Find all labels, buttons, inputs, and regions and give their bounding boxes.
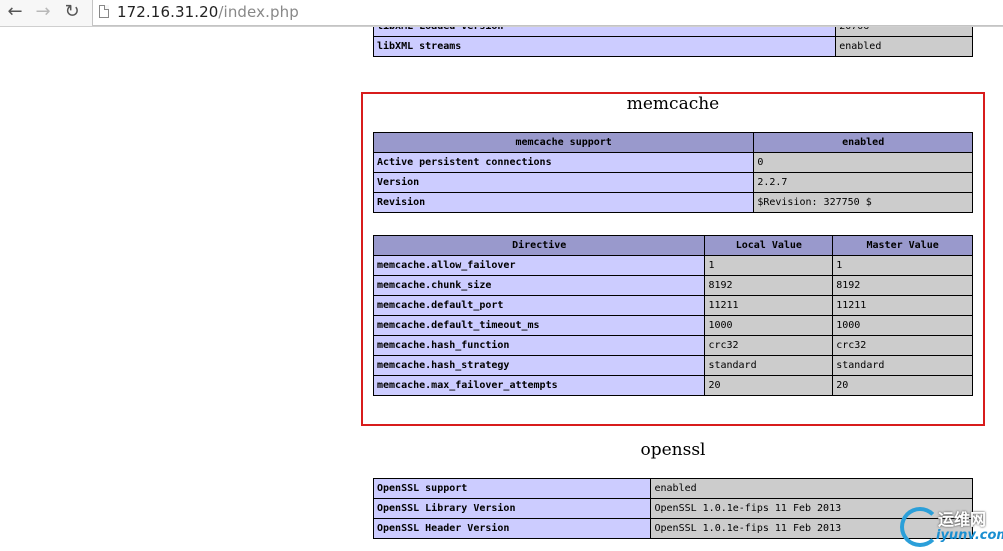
info-label: Revision <box>372 192 755 213</box>
table-row: memcache.allow_failover 1 1 <box>372 255 973 276</box>
memcache-support-status: enabled <box>753 132 973 153</box>
url-host: 172.16.31.20 <box>117 3 219 21</box>
page-icon <box>99 5 109 18</box>
info-value: 2.2.7 <box>753 172 973 193</box>
openssl-label: OpenSSL Header Version <box>372 518 652 539</box>
local-value: 11211 <box>704 295 834 316</box>
table-row: OpenSSL Header Version OpenSSL 1.0.1e-fi… <box>372 518 973 539</box>
column-header: Directive <box>372 235 706 256</box>
directive-name: memcache.hash_strategy <box>372 355 706 376</box>
forward-arrow-icon[interactable]: → <box>32 2 54 22</box>
memcache-info-table: memcache support enabled Active persiste… <box>372 132 973 213</box>
libxml-streams-value: enabled <box>835 36 973 57</box>
openssl-title: openssl <box>640 440 706 460</box>
master-value: 8192 <box>832 275 973 296</box>
reload-icon[interactable]: ↻ <box>61 2 83 22</box>
master-value: crc32 <box>832 335 973 356</box>
info-value: $Revision: 327750 $ <box>753 192 973 213</box>
table-row: Revision $Revision: 327750 $ <box>372 192 973 213</box>
info-value: 0 <box>753 152 973 173</box>
table-header-row: Directive Local Value Master Value <box>372 235 973 256</box>
table-header-row: memcache support enabled <box>372 132 973 153</box>
master-value: 1 <box>832 255 973 276</box>
directive-name: memcache.chunk_size <box>372 275 706 296</box>
master-value: standard <box>832 355 973 376</box>
site-watermark: 运维网 iyunv.com <box>898 503 1003 551</box>
table-row: Version 2.2.7 <box>372 172 973 193</box>
openssl-label: OpenSSL Library Version <box>372 498 652 519</box>
url-text: 172.16.31.20/index.php <box>117 1 299 23</box>
info-label: Active persistent connections <box>372 152 755 173</box>
master-value: 1000 <box>832 315 973 336</box>
memcache-support-header: memcache support <box>372 132 755 153</box>
column-header: Master Value <box>832 235 973 256</box>
openssl-label: OpenSSL support <box>372 478 652 499</box>
master-value: 20 <box>832 375 973 396</box>
local-value: 20 <box>704 375 834 396</box>
local-value: crc32 <box>704 335 834 356</box>
table-row: memcache.max_failover_attempts 20 20 <box>372 375 973 396</box>
table-row: OpenSSL support enabled <box>372 478 973 499</box>
table-row: Active persistent connections 0 <box>372 152 973 173</box>
browser-toolbar: ← → ↻ 172.16.31.20/index.php <box>0 0 1003 27</box>
url-path: /index.php <box>218 3 299 21</box>
table-row: memcache.hash_function crc32 crc32 <box>372 335 973 356</box>
directive-name: memcache.hash_function <box>372 335 706 356</box>
column-header: Local Value <box>704 235 834 256</box>
watermark-en-text: iyunv.com <box>936 528 1003 543</box>
back-arrow-icon[interactable]: ← <box>4 2 26 22</box>
table-row: memcache.default_port 11211 11211 <box>372 295 973 316</box>
info-label: Version <box>372 172 755 193</box>
openssl-value: enabled <box>650 478 973 499</box>
libxml-streams-label: libXML streams <box>372 36 837 57</box>
local-value: 1 <box>704 255 834 276</box>
local-value: 1000 <box>704 315 834 336</box>
directive-name: memcache.default_timeout_ms <box>372 315 706 336</box>
address-bar[interactable]: 172.16.31.20/index.php <box>92 0 1003 26</box>
directive-name: memcache.allow_failover <box>372 255 706 276</box>
table-row: OpenSSL Library Version OpenSSL 1.0.1e-f… <box>372 498 973 519</box>
local-value: 8192 <box>704 275 834 296</box>
directive-name: memcache.default_port <box>372 295 706 316</box>
openssl-table: OpenSSL support enabled OpenSSL Library … <box>372 478 973 539</box>
table-row: memcache.chunk_size 8192 8192 <box>372 275 973 296</box>
watermark-cn-text: 运维网 <box>938 510 987 529</box>
master-value: 11211 <box>832 295 973 316</box>
table-row: memcache.hash_strategy standard standard <box>372 355 973 376</box>
table-row: memcache.default_timeout_ms 1000 1000 <box>372 315 973 336</box>
watermark-logo-icon <box>900 507 940 547</box>
local-value: standard <box>704 355 834 376</box>
table-row: libXML streams enabled <box>372 36 973 57</box>
memcache-directive-table: Directive Local Value Master Value memca… <box>372 235 973 396</box>
directive-name: memcache.max_failover_attempts <box>372 375 706 396</box>
